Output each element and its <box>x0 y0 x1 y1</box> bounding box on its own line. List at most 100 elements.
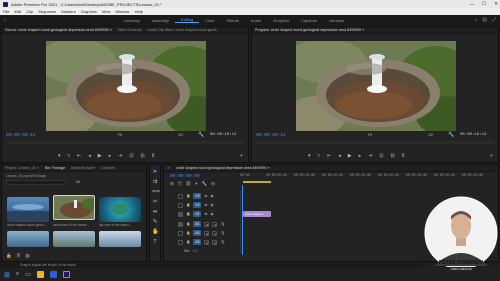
program-step-back-icon[interactable]: ◂ <box>338 153 341 159</box>
hand-tool-icon[interactable]: ✋ <box>152 229 159 235</box>
ws-tab-libraries[interactable]: Libraries <box>323 18 350 23</box>
taskbar-search-icon[interactable]: ⌕ <box>16 271 19 278</box>
ws-tab-learning[interactable]: Learning <box>118 18 146 23</box>
program-play-icon[interactable]: ▶ <box>348 153 352 159</box>
program-scrub-bar[interactable] <box>256 141 494 144</box>
menu-window[interactable]: Window <box>115 9 129 14</box>
step-forward-icon[interactable]: ▸ <box>109 153 112 159</box>
lock-track-v1-icon[interactable]: 🔒 <box>186 212 190 216</box>
ws-tab-captions[interactable]: Captions <box>295 18 323 23</box>
source-patch-v1[interactable] <box>178 211 183 217</box>
eye-v3-icon[interactable]: ◉ <box>211 194 214 198</box>
search-icon[interactable]: ⌕ <box>474 17 477 23</box>
timeline-timecode[interactable]: 00:00:00:00 <box>170 174 200 179</box>
fullscreen-icon[interactable]: ⤢ <box>492 17 496 23</box>
source-patch-a3[interactable] <box>178 239 183 245</box>
solo-a3-button[interactable]: S <box>212 239 218 245</box>
track-name-a2[interactable]: A2 <box>193 230 202 236</box>
ws-tab-audio[interactable]: Audio <box>245 18 267 23</box>
track-name-v1[interactable]: V1 <box>193 211 202 217</box>
tab-libraries[interactable]: Libraries <box>101 166 115 170</box>
lock-track-a3-icon[interactable]: 🔒 <box>186 240 190 244</box>
timeline-ruler[interactable]: 00:00 00:00:05:00 00:00:10:00 00:00:15:0… <box>240 173 498 185</box>
source-patch-a1[interactable] <box>178 221 183 227</box>
source-patch-v2[interactable] <box>178 202 183 208</box>
close-button[interactable]: ✕ <box>494 1 498 7</box>
program-timecode-in[interactable]: 00:00:00:12 <box>256 133 286 138</box>
program-mark-in-icon[interactable]: ▾ <box>308 153 311 159</box>
sync-lock-v3-icon[interactable]: ⇄ <box>204 194 207 198</box>
mute-a1-button[interactable]: M <box>204 221 210 227</box>
video-clip-v1[interactable]: circle shaped <box>243 211 271 217</box>
source-patch-a2[interactable] <box>178 230 183 236</box>
maximize-button[interactable]: ☐ <box>482 1 486 7</box>
track-select-tool-icon[interactable]: ⇉ <box>152 179 158 185</box>
insert-icon[interactable]: ⊡ <box>129 153 133 159</box>
notifications-icon[interactable]: ▤ <box>482 17 487 23</box>
camera-icon[interactable]: ⌷ <box>152 153 155 159</box>
source-timecode-in[interactable]: 00:00:00:12 <box>6 133 36 138</box>
menu-edit[interactable]: Edit <box>14 9 21 14</box>
mix-value[interactable]: 0.0 <box>193 249 198 253</box>
track-name-a1[interactable]: A1 <box>193 221 202 227</box>
task-view-icon[interactable]: ▭ <box>25 271 31 278</box>
tab-project[interactable]: Project: Lesson_01 ≡ <box>5 166 39 170</box>
source-patch-v3[interactable] <box>178 193 183 199</box>
list-view-icon[interactable]: ≣ <box>17 253 21 259</box>
menu-file[interactable]: File <box>3 9 9 14</box>
pen-tool-icon[interactable]: ✎ <box>152 219 158 225</box>
program-wrench-icon[interactable]: 🔧 <box>448 132 454 138</box>
playhead[interactable] <box>242 185 243 255</box>
tab-sequence[interactable]: circle shaped round geological depressio… <box>176 166 269 170</box>
sync-lock-v2-icon[interactable]: ⇄ <box>204 203 207 207</box>
go-to-in-icon[interactable]: ⇤ <box>77 153 81 159</box>
play-icon[interactable]: ▶ <box>98 153 102 159</box>
step-back-icon[interactable]: ◂ <box>88 153 91 159</box>
home-icon[interactable]: ⌂ <box>3 17 9 23</box>
eye-v2-icon[interactable]: ◉ <box>211 203 214 207</box>
mute-a2-button[interactable]: M <box>204 230 210 236</box>
minimize-button[interactable]: — <box>470 2 475 7</box>
lock-icon[interactable]: 🔒 <box>6 253 12 259</box>
thumb-6[interactable] <box>99 231 141 247</box>
solo-a1-button[interactable]: S <box>212 221 218 227</box>
tab-program[interactable]: Program: circle shaped round geological … <box>255 28 364 32</box>
file-explorer-icon[interactable] <box>36 271 44 278</box>
add-marker-icon[interactable]: ▾ <box>195 181 197 187</box>
menu-markers[interactable]: Markers <box>61 9 75 14</box>
thumb-4[interactable] <box>7 231 49 247</box>
ws-tab-color[interactable]: Color <box>199 18 221 23</box>
bin-search-input[interactable] <box>6 180 66 185</box>
tab-audio-clip-mixer[interactable]: Audio Clip Mixer: circle shaped round ge… <box>147 28 216 32</box>
slip-tool-icon[interactable]: ⇹ <box>152 209 158 215</box>
mute-a3-button[interactable]: M <box>204 239 210 245</box>
tab-bin-footage[interactable]: Bin: Footage <box>45 166 65 170</box>
overwrite-icon[interactable]: ⊟ <box>141 153 145 159</box>
lock-track-v2-icon[interactable]: 🔒 <box>186 203 190 207</box>
extract-icon[interactable]: ⊟ <box>391 153 395 159</box>
tab-media-browser[interactable]: Media Browser <box>71 166 95 170</box>
menu-graphics[interactable]: Graphics <box>81 9 97 14</box>
mic-a1-icon[interactable]: 🎙 <box>220 222 225 226</box>
program-resolution[interactable]: 1/2 <box>428 133 433 137</box>
edge-icon[interactable] <box>49 271 57 278</box>
thumb-5[interactable] <box>53 231 95 247</box>
wrench-icon[interactable]: 🔧 <box>198 132 204 138</box>
program-go-to-in-icon[interactable]: ⇤ <box>327 153 331 159</box>
mic-a3-icon[interactable]: 🎙 <box>220 240 225 244</box>
menu-clip[interactable]: Clip <box>26 9 33 14</box>
timeline-settings-icon[interactable]: 🔧 <box>201 181 207 187</box>
add-button-icon[interactable]: + <box>240 153 243 159</box>
track-name-a3[interactable]: A3 <box>193 239 202 245</box>
lock-track-a1-icon[interactable]: 🔒 <box>186 222 190 226</box>
menu-view[interactable]: View <box>102 9 111 14</box>
mark-out-icon[interactable]: ▿ <box>68 153 71 159</box>
program-mark-out-icon[interactable]: ▿ <box>318 153 321 159</box>
mic-a2-icon[interactable]: 🎙 <box>220 231 225 235</box>
windows-start-icon[interactable]: ⊞ <box>4 271 10 279</box>
premiere-taskbar-icon[interactable] <box>62 271 70 278</box>
track-name-v3[interactable]: V3 <box>193 193 202 199</box>
ws-tab-effects[interactable]: Effects <box>221 18 245 23</box>
track-name-v2[interactable]: V2 <box>193 202 202 208</box>
insert-nest-icon[interactable]: ⊞ <box>170 181 174 187</box>
